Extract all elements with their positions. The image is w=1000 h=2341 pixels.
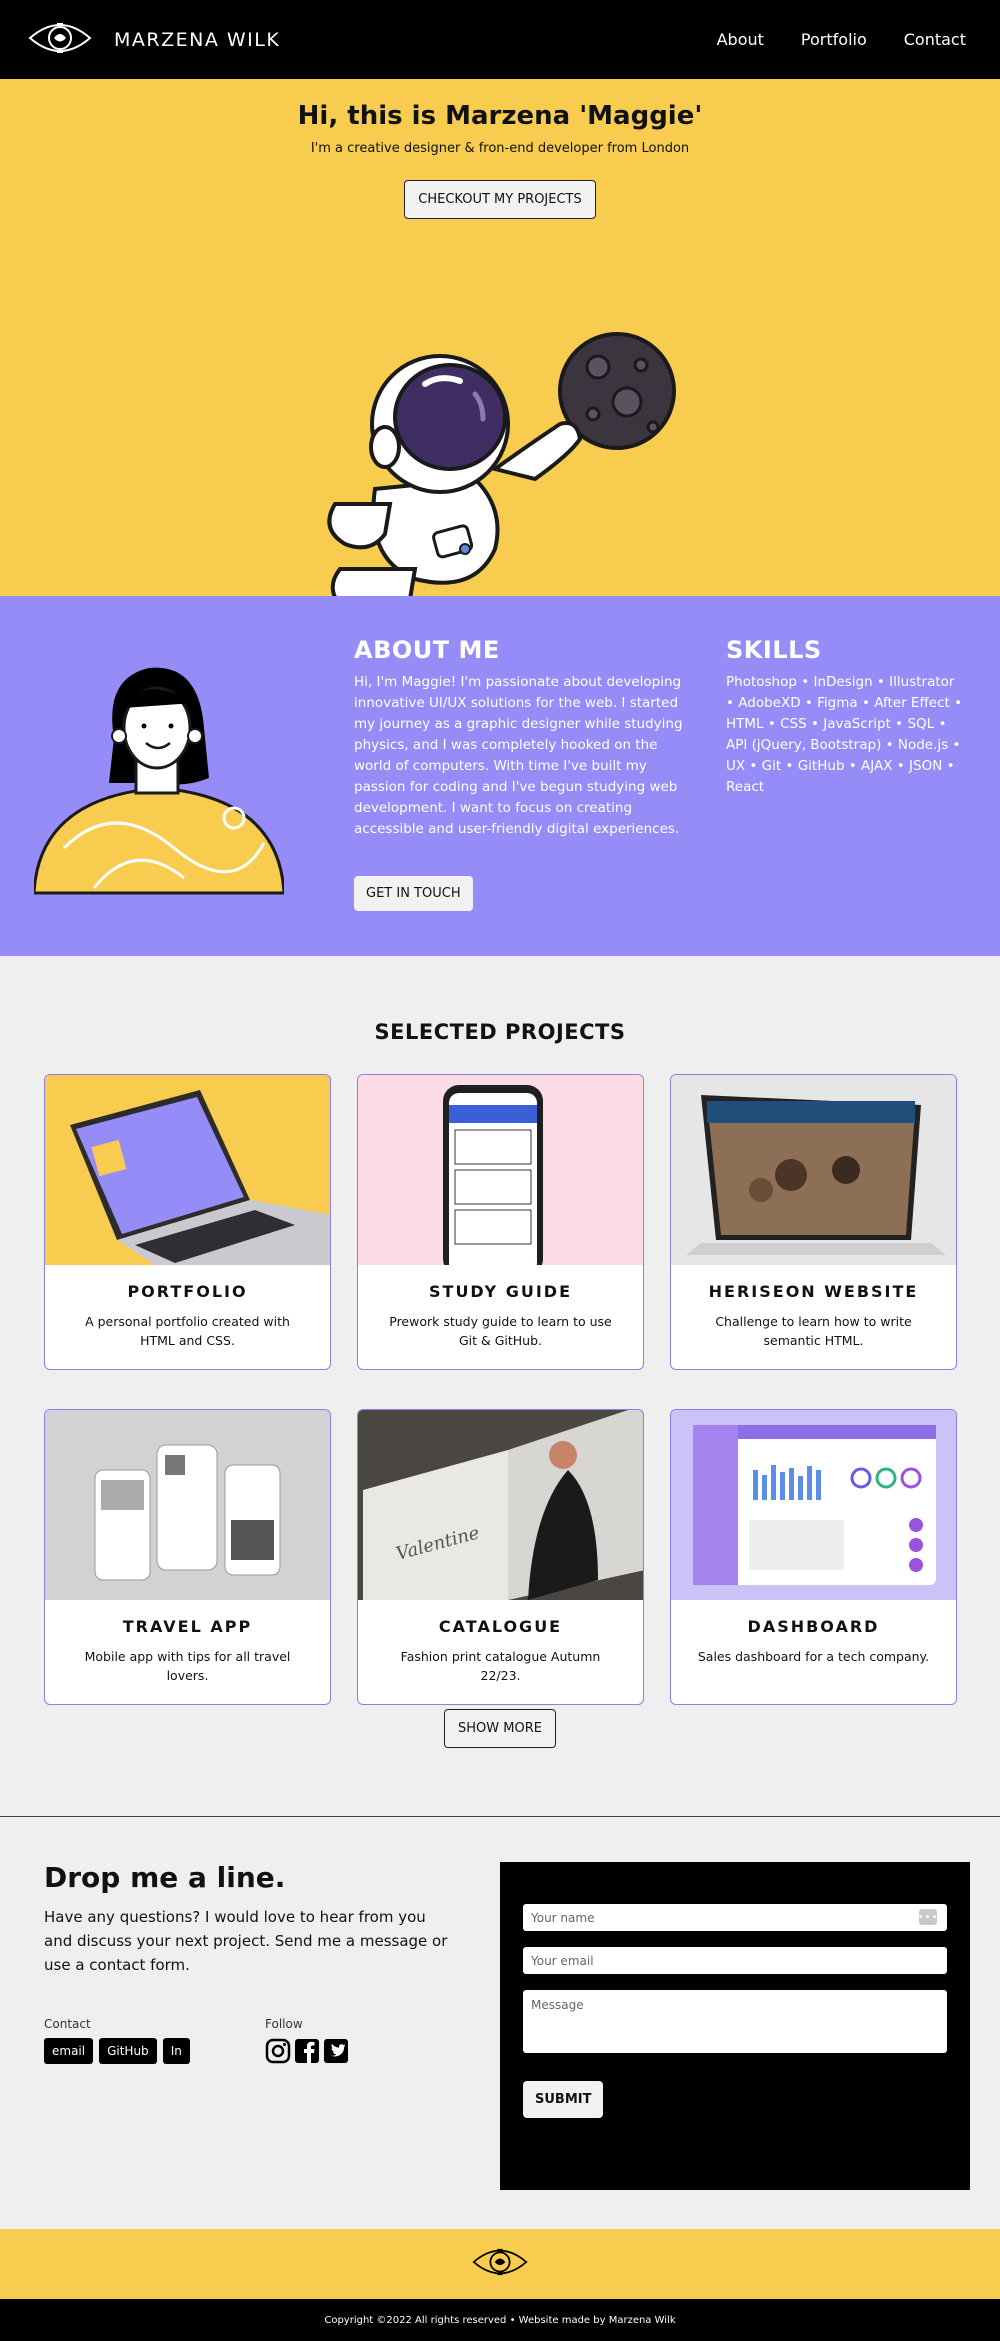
about-text: Hi, I'm Maggie! I'm passionate about dev… xyxy=(354,674,683,837)
twitter-icon[interactable] xyxy=(323,2038,349,2068)
portfolio-laptop-image xyxy=(45,1075,330,1265)
nav-about[interactable]: About xyxy=(717,30,764,49)
project-description: Sales dashboard for a tech company. xyxy=(697,1649,930,1664)
brand[interactable]: MARZENA WILK xyxy=(28,18,280,62)
eye-logo-icon xyxy=(28,18,92,62)
heriseon-laptop-image xyxy=(671,1075,956,1265)
about-section: ABOUT ME Hi, I'm Maggie! I'm passionate … xyxy=(0,596,1000,956)
nav-contact[interactable]: Contact xyxy=(904,30,966,49)
project-description: A personal portfolio created with HTML a… xyxy=(85,1314,290,1348)
project-description: Prework study guide to learn to use Git … xyxy=(389,1314,612,1348)
submit-button[interactable]: SUBMIT xyxy=(523,2081,604,2118)
email-placeholder: Your email xyxy=(531,1953,594,1968)
name-field[interactable]: Your name ••• xyxy=(523,1904,947,1931)
follow-label: Follow xyxy=(265,2017,303,2031)
avatar-illustration xyxy=(32,648,286,902)
hero-section: Hi, this is Marzena 'Maggie' I'm a creat… xyxy=(0,79,1000,624)
linkedin-link[interactable]: In xyxy=(162,2038,190,2064)
catalogue-magazine-image: Valentine xyxy=(358,1410,643,1600)
page: MARZENA WILK About Portfolio Contact Hi,… xyxy=(0,0,1000,2341)
skills-heading: SKILLS xyxy=(726,636,822,664)
copyright-text: Copyright ©2022 All rights reserved • We… xyxy=(324,2314,676,2326)
contact-label: Contact xyxy=(44,2017,91,2031)
project-title: HERISEON WEBSITE xyxy=(708,1282,919,1301)
project-card-portfolio[interactable]: PORTFOLIO A personal portfolio created w… xyxy=(44,1074,331,1370)
nav-portfolio[interactable]: Portfolio xyxy=(801,30,867,49)
project-description: Mobile app with tips for all travel love… xyxy=(84,1649,291,1683)
projects-heading: SELECTED PROJECTS xyxy=(374,1020,626,1044)
contact-heading: Drop me a line. xyxy=(44,1861,286,1894)
hero-title: Hi, this is Marzena 'Maggie' xyxy=(297,101,703,131)
github-link[interactable]: GitHub xyxy=(99,2038,157,2064)
study-guide-phone-image xyxy=(358,1075,643,1265)
show-more-button[interactable]: SHOW MORE xyxy=(444,1709,556,1748)
project-card-dashboard[interactable]: DASHBOARD Sales dashboard for a tech com… xyxy=(670,1409,957,1705)
project-card-study-guide[interactable]: STUDY GUIDE Prework study guide to learn… xyxy=(357,1074,644,1370)
facebook-icon[interactable] xyxy=(294,2038,320,2068)
projects-section: SELECTED PROJECTS PORTFOLIO A personal p… xyxy=(0,956,1000,1816)
email-link[interactable]: email xyxy=(44,2038,94,2064)
contact-form: Your name ••• Your email Message SUBMIT xyxy=(500,1862,970,2190)
checkout-projects-button[interactable]: CHECKOUT MY PROJECTS xyxy=(404,180,596,219)
instagram-icon[interactable] xyxy=(265,2038,291,2068)
project-title: DASHBOARD xyxy=(747,1617,880,1636)
dashboard-screen-image xyxy=(671,1410,956,1600)
top-navbar: MARZENA WILK About Portfolio Contact xyxy=(0,0,1000,79)
skills-column: SKILLS Photoshop • InDesign • Illustrato… xyxy=(726,636,966,798)
projects-grid: PORTFOLIO A personal portfolio created w… xyxy=(44,1074,957,1705)
name-placeholder: Your name xyxy=(531,1910,595,1925)
project-description: Fashion print catalogue Autumn 22/23. xyxy=(400,1649,601,1683)
message-field[interactable]: Message xyxy=(523,1990,947,2053)
contact-lead: Have any questions? I would love to hear… xyxy=(44,1908,448,1974)
skills-text: Photoshop • InDesign • Illustrator • Ado… xyxy=(726,674,963,795)
contact-section: Drop me a line. Have any questions? I wo… xyxy=(0,1816,1000,2231)
project-title: CATALOGUE xyxy=(438,1617,563,1636)
project-title: STUDY GUIDE xyxy=(429,1282,572,1301)
footer-logo-bar xyxy=(0,2229,1000,2299)
about-column: ABOUT ME Hi, I'm Maggie! I'm passionate … xyxy=(354,636,694,911)
project-card-travel-app[interactable]: TRAVEL APP Mobile app with tips for all … xyxy=(44,1409,331,1705)
autofill-key-icon[interactable]: ••• xyxy=(918,1909,937,1925)
main-nav: About Portfolio Contact xyxy=(717,30,966,49)
contact-links: email GitHub In xyxy=(44,2038,190,2064)
project-title: TRAVEL APP xyxy=(122,1617,253,1636)
project-card-heriseon[interactable]: HERISEON WEBSITE Challenge to learn how … xyxy=(670,1074,957,1370)
show-more-wrap: SHOW MORE xyxy=(0,1709,1000,1748)
travel-app-phones-image xyxy=(45,1410,330,1600)
about-heading: ABOUT ME xyxy=(354,636,500,664)
message-placeholder: Message xyxy=(531,1998,584,2012)
project-description: Challenge to learn how to write semantic… xyxy=(715,1314,912,1348)
footer-copyright-bar: Copyright ©2022 All rights reserved • We… xyxy=(0,2299,1000,2341)
hero-subtitle: I'm a creative designer & fron-end devel… xyxy=(310,141,690,156)
project-card-catalogue[interactable]: Valentine CATALOGUE Fashion print catalo… xyxy=(357,1409,644,1705)
email-field[interactable]: Your email xyxy=(523,1947,947,1974)
social-links xyxy=(265,2038,349,2068)
brand-name: MARZENA WILK xyxy=(114,28,281,51)
project-title: PORTFOLIO xyxy=(127,1282,248,1301)
get-in-touch-button[interactable]: GET IN TOUCH xyxy=(354,876,473,911)
eye-logo-icon[interactable] xyxy=(472,2244,528,2284)
